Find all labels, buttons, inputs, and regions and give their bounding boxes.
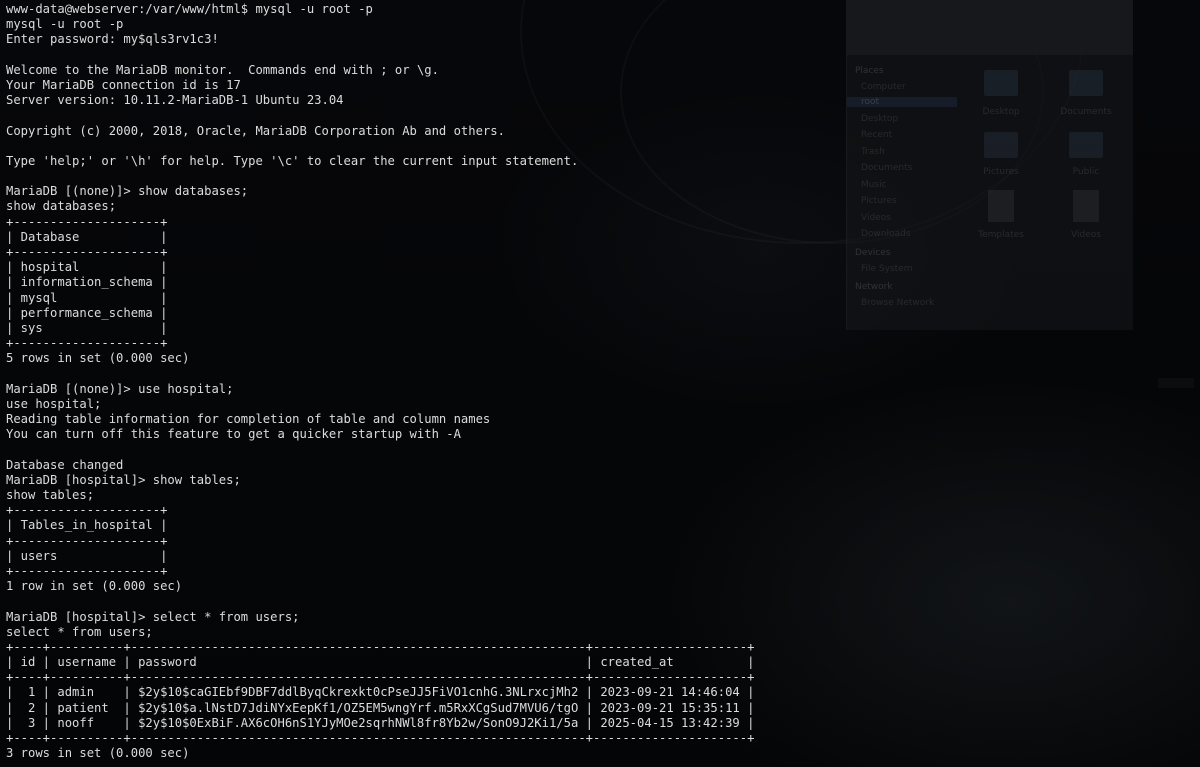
terminal-line: +----+----------+-----------------------… [6,731,755,745]
terminal-line: show tables; [6,488,95,502]
terminal-line: mysql -u root -p [6,17,124,32]
terminal-line: MariaDB [(none)]> use hospital; [6,381,234,396]
terminal-line: | users | [6,548,168,563]
terminal-line: Type 'help;' or '\h' for help. Type '\c'… [6,153,579,168]
terminal-line: You can turn off this feature to get a q… [6,427,461,442]
terminal-line: www-data@webserver:/var/www/html$ mysql … [6,2,373,16]
terminal-line: Database changed [6,457,124,472]
terminal-line: | mysql | [6,290,168,305]
terminal-line: +--------------------+ [6,533,168,548]
terminal-line: | hospital | [6,260,168,275]
terminal-line: | 3 | nooff | $2y$10$0ExBiF.AX6cOH6nS1YJ… [6,715,755,730]
terminal-line: Copyright (c) 2000, 2018, Oracle, MariaD… [6,123,505,138]
terminal-line: use hospital; [6,396,102,411]
terminal-line: Server version: 10.11.2-MariaDB-1 Ubuntu… [6,93,344,108]
terminal-line: 5 rows in set (0.000 sec) [6,351,190,366]
terminal-line: Welcome to the MariaDB monitor. Commands… [6,62,439,77]
terminal-line: MariaDB [hospital]> select * from users; [6,609,300,624]
terminal-line: show databases; [6,199,117,214]
terminal-line: +----+----------+-----------------------… [6,670,755,685]
terminal-line: +--------------------+ [6,245,168,259]
terminal-line: | performance_schema | [6,305,168,320]
terminal-line: | sys | [6,320,168,335]
terminal-line: +----+----------+-----------------------… [6,639,755,654]
terminal-line: +--------------------+ [6,336,168,351]
terminal-line: +--------------------+ [6,214,168,229]
terminal-line: | Database | [6,229,168,244]
terminal-line: +--------------------+ [6,563,168,578]
terminal-line: MariaDB [hospital]> show tables; [6,472,241,487]
terminal-line: | 2 | patient | $2y$10$a.lNstD7JdiNYxEep… [6,700,755,715]
terminal-line: Enter password: my$qls3rv1c3! [6,32,219,47]
terminal-line: Reading table information for completion… [6,412,491,427]
terminal-line: | Tables_in_hospital | [6,518,168,533]
terminal-line: | information_schema | [6,275,168,290]
terminal-output[interactable]: www-data@webserver:/var/www/html$ mysql … [0,0,1200,767]
terminal-line: 3 rows in set (0.000 sec) [6,746,190,761]
terminal-line: | id | username | password | created_at … [6,655,755,670]
terminal-line: | 1 | admin | $2y$10$caGIEbf9DBF7ddlByqC… [6,685,755,700]
terminal-line: MariaDB [(none)]> show databases; [6,184,249,199]
terminal-line: 1 row in set (0.000 sec) [6,579,183,594]
terminal-line: Your MariaDB connection id is 17 [6,77,241,92]
terminal-line: select * from users; [6,624,153,639]
terminal-line: +--------------------+ [6,503,168,518]
